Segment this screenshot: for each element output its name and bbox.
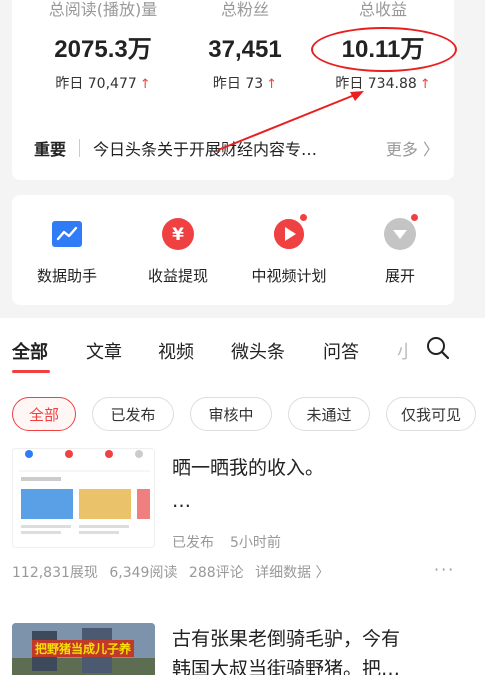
annotation-oval: [311, 27, 457, 72]
stat-yesterday: 昨日 70,477 ↑: [55, 76, 151, 92]
impressions: 112,831展现: [12, 565, 98, 581]
notice-tag: 重要: [34, 140, 67, 159]
reads: 6,349阅读: [109, 565, 178, 581]
post-stats: 112,831展现 6,349阅读 288评论 详细数据 〉: [12, 562, 337, 582]
yuan-icon: ¥: [161, 217, 195, 251]
stat-reads[interactable]: 总阅读(播放)量 2075.3万 昨日 70,477 ↑: [28, 0, 178, 94]
notice-bar[interactable]: 重要 今日头条关于开展财经内容专… 更多 〉: [34, 133, 439, 163]
tool-expand[interactable]: 展开: [350, 213, 450, 286]
content-section: 全部 文章 视频 微头条 问答 小 全部 已发布 审核中 未通过 仅我可见 晒一…: [0, 318, 485, 675]
stat-yesterday: 昨日 734.88 ↑: [335, 76, 431, 92]
stat-fans[interactable]: 总粉丝 37,451 昨日 73 ↑: [170, 0, 320, 94]
details-link[interactable]: 详细数据 〉: [255, 565, 329, 581]
notification-dot: [410, 213, 419, 222]
post-time: 5小时前: [230, 535, 281, 551]
tab-videos[interactable]: 视频: [158, 338, 194, 364]
tool-label: 中视频计划: [251, 267, 327, 285]
post-title[interactable]: 晒一晒我的收入。: [172, 453, 324, 483]
chart-icon: [50, 217, 84, 251]
filter-rejected[interactable]: 未通过: [288, 397, 370, 431]
tool-label: 展开: [384, 267, 415, 285]
comments: 288评论: [188, 565, 244, 581]
post-title-ellipsis: …: [172, 490, 191, 512]
filter-private[interactable]: 仅我可见: [386, 397, 476, 431]
tools-card: 数据助手 ¥ 收益提现 中视频计划 展开: [12, 195, 454, 305]
tool-income-withdraw[interactable]: ¥ 收益提现: [128, 217, 228, 286]
notification-dot: [299, 213, 308, 222]
tab-articles[interactable]: 文章: [86, 338, 122, 364]
filter-published[interactable]: 已发布: [92, 397, 174, 431]
expand-icon: [383, 213, 419, 251]
active-tab-indicator: [12, 370, 50, 373]
thumb-caption: 把野猪当成儿子养: [32, 640, 135, 657]
stat-label: 总收益: [358, 0, 407, 19]
tab-micro-posts[interactable]: 微头条: [231, 338, 285, 364]
up-arrow-icon: ↑: [419, 77, 431, 92]
tab-all[interactable]: 全部: [12, 338, 48, 364]
tool-label: 数据助手: [36, 267, 97, 285]
notice-text: 今日头条关于开展财经内容专…: [93, 140, 318, 159]
tab-qa[interactable]: 问答: [323, 338, 359, 364]
post-thumbnail[interactable]: 把野猪当成儿子养: [12, 623, 155, 675]
post-title[interactable]: 古有张果老倒骑毛驴，今有: [172, 624, 400, 654]
tool-mid-video-plan[interactable]: 中视频计划: [239, 213, 339, 286]
play-icon: [272, 213, 308, 251]
filter-all[interactable]: 全部: [12, 397, 76, 431]
notice-more-link[interactable]: 更多 〉: [386, 136, 439, 160]
tool-data-assistant[interactable]: 数据助手: [17, 217, 117, 286]
stat-yesterday: 昨日 73 ↑: [212, 76, 278, 92]
tab-more-clipped[interactable]: 小: [397, 338, 407, 364]
stat-value: 2075.3万: [54, 36, 152, 63]
stat-label: 总阅读(播放)量: [48, 0, 158, 19]
stat-label: 总粉丝: [220, 0, 269, 19]
more-options-icon[interactable]: ···: [434, 560, 455, 579]
divider: [79, 139, 81, 157]
up-arrow-icon: ↑: [139, 77, 151, 92]
post-thumbnail[interactable]: [12, 448, 155, 548]
svg-text:¥: ¥: [172, 225, 184, 245]
filter-reviewing[interactable]: 审核中: [190, 397, 272, 431]
post-title-line2: 韩国大叔当街骑野猪。把…: [172, 658, 401, 675]
post-status: 已发布: [172, 535, 214, 551]
tool-label: 收益提现: [147, 267, 208, 285]
stat-value: 37,451: [208, 36, 282, 63]
up-arrow-icon: ↑: [266, 77, 278, 92]
search-icon[interactable]: [426, 336, 450, 360]
